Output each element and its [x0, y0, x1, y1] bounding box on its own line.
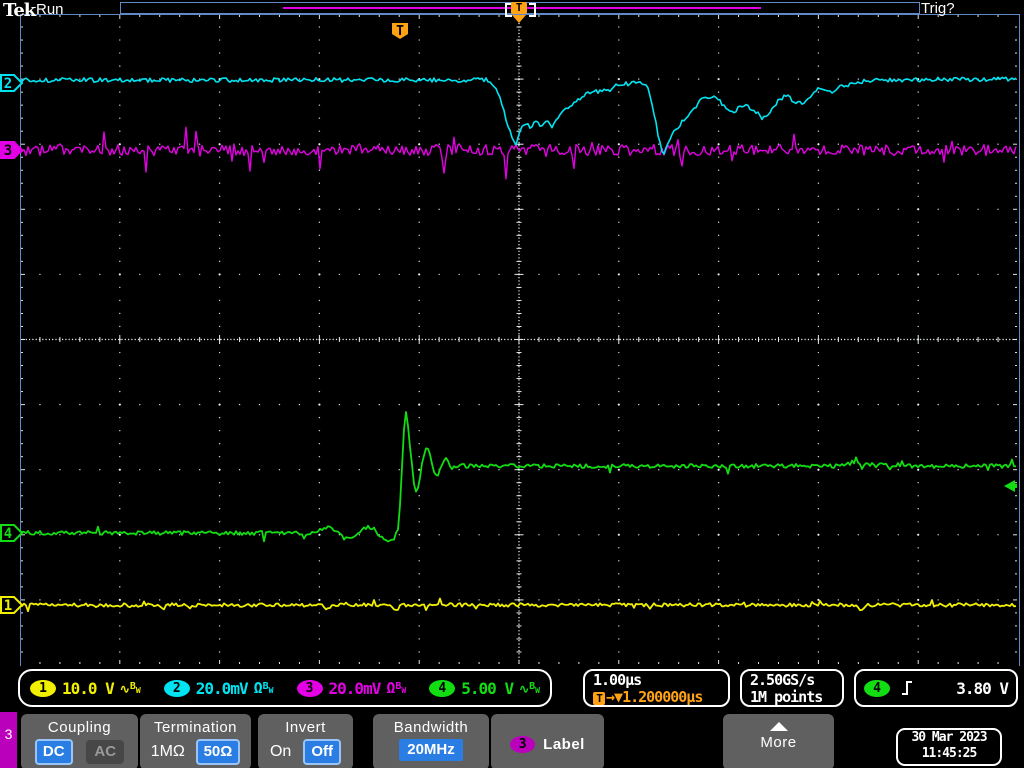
bandwidth-option-20mhz[interactable]: 20MHz	[399, 739, 463, 761]
coupling-option-ac[interactable]: AC	[86, 740, 124, 764]
menu-button-termination[interactable]: Termination 1MΩ 50Ω	[140, 714, 251, 768]
timebase-readout[interactable]: 1.00µs T→▼1.200000µs	[583, 669, 730, 707]
channel-2-badge: 2	[164, 680, 190, 697]
invert-option-off[interactable]: Off	[303, 739, 341, 765]
timebase-scale: 1.00µs	[593, 672, 720, 689]
channel-2-marker-badge[interactable]: 2	[0, 73, 24, 98]
svg-text:4: 4	[4, 526, 12, 542]
channel-2-scale: 20.0mV	[196, 679, 248, 698]
date-text: 30 Mar 2023	[898, 730, 1000, 746]
coupling-squiggle-icon: ∿	[519, 682, 529, 696]
termination-label: Termination	[154, 719, 237, 736]
channel-4-readout[interactable]: 4 5.00 V ∿BW	[429, 679, 540, 698]
menu-button-label[interactable]: 3 Label	[491, 714, 604, 768]
termination-option-50ω[interactable]: 50Ω	[196, 739, 241, 765]
termination-ohm-icon: Ω	[386, 679, 395, 697]
channel-4-scale: 5.00 V	[461, 679, 513, 698]
datetime-display: 30 Mar 2023 11:45:25	[896, 728, 1002, 766]
menu-button-coupling[interactable]: Coupling DC AC	[21, 714, 138, 768]
bandwidth-limit-icon: BW	[130, 682, 141, 696]
channel-1-scale: 10.0 V	[62, 679, 114, 698]
channel-2-readout[interactable]: 2 20.0mV ΩBW	[164, 679, 274, 698]
invert-option-on[interactable]: On	[270, 741, 291, 763]
coupling-option-dc[interactable]: DC	[35, 739, 73, 765]
svg-text:1: 1	[4, 598, 12, 614]
trigger-position-marker-icon[interactable]: T	[511, 2, 527, 14]
waveform-display: T	[20, 14, 1020, 667]
channel-1-badge: 1	[30, 680, 56, 697]
record-view-bar: T	[120, 2, 920, 14]
channel-3-scale: 20.0mV	[329, 679, 381, 698]
label-text: Label	[543, 736, 585, 753]
readout-bar: 110.0 V∿BW220.0mVΩBW320.0mVΩBW45.00 V∿BW…	[0, 666, 1024, 712]
bandwidth-limit-icon: BW	[529, 682, 540, 696]
trigger-level: 3.80 V	[956, 679, 1008, 698]
channel-1-readout[interactable]: 1 10.0 V ∿BW	[30, 679, 141, 698]
channel-3-readout[interactable]: 3 20.0mV ΩBW	[297, 679, 407, 698]
bottom-menu-bar: 3 30 Mar 2023 11:45:25 Coupling DC AC Termi…	[0, 712, 1024, 768]
svg-text:2: 2	[4, 76, 12, 92]
rising-slope-icon	[900, 679, 914, 697]
label-channel-badge: 3	[510, 736, 535, 753]
expansion-bracket-right-icon	[529, 3, 536, 17]
delay-value: 1.200000µs	[622, 688, 702, 706]
trigger-position-arrow-icon[interactable]	[512, 15, 526, 23]
bandwidth-limit-icon: BW	[395, 682, 406, 696]
more-up-arrow-icon	[770, 722, 788, 731]
menu-button-invert[interactable]: Invert On Off	[258, 714, 353, 768]
channel-1-marker-badge[interactable]: 1	[0, 595, 24, 620]
scope-grid-and-waveforms: T	[21, 15, 1017, 664]
channel-readouts: 110.0 V∿BW220.0mVΩBW320.0mVΩBW45.00 V∿BW	[18, 669, 552, 707]
acquisition-readout[interactable]: 2.50GS/s 1M points	[740, 669, 844, 707]
termination-ohm-icon: Ω	[254, 679, 263, 697]
invert-label: Invert	[285, 719, 326, 736]
bandwidth-label: Bandwidth	[394, 719, 469, 736]
sample-rate: 2.50GS/s	[750, 672, 834, 689]
menu-button-more[interactable]: More	[723, 714, 834, 768]
tek-logo: Tek	[3, 0, 35, 21]
trigger-level-arrow-icon[interactable]	[1004, 480, 1015, 492]
menu-channel-tab: 3	[0, 712, 17, 768]
trigger-source-badge: 4	[864, 680, 890, 697]
delay-arrows-icon: →▼	[606, 688, 622, 706]
channel-3-badge: 3	[297, 680, 323, 697]
channel-3-marker-badge[interactable]: 3	[0, 140, 24, 165]
trigger-delay-readout: T→▼1.200000µs	[593, 689, 720, 706]
svg-text:3: 3	[4, 143, 12, 159]
menu-button-bandwidth[interactable]: Bandwidth 20MHz	[373, 714, 489, 768]
coupling-label: Coupling	[48, 719, 111, 736]
time-text: 11:45:25	[898, 746, 1000, 762]
svg-text:T: T	[396, 24, 404, 39]
channel-4-badge: 4	[429, 680, 455, 697]
trigger-time-flag-icon: T	[392, 23, 408, 39]
channel-4-marker-badge[interactable]: 4	[0, 523, 24, 548]
coupling-squiggle-icon: ∿	[120, 682, 130, 696]
acquisition-run-status: Run	[36, 1, 64, 18]
trigger-status: Trig?	[921, 0, 955, 17]
bandwidth-limit-icon: BW	[263, 682, 274, 696]
more-text: More	[760, 734, 796, 751]
record-length: 1M points	[750, 689, 834, 706]
termination-option-1mω[interactable]: 1MΩ	[151, 741, 185, 763]
trigger-readout[interactable]: 4 3.80 V	[854, 669, 1018, 707]
trigger-t-icon: T	[593, 692, 605, 705]
